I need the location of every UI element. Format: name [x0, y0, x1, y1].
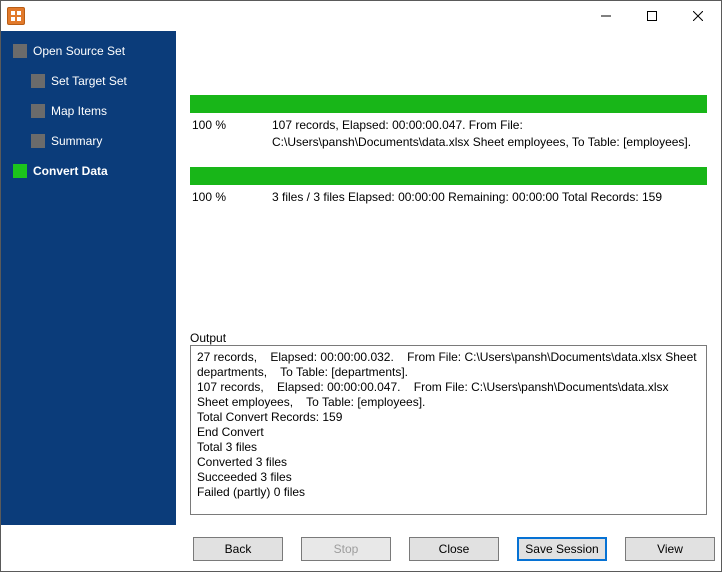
sidebar-item-label: Convert Data: [33, 164, 108, 178]
file-progress-bar: [190, 95, 707, 113]
total-progress-percent: 100 %: [192, 189, 272, 206]
view-button[interactable]: View: [625, 537, 715, 561]
sidebar-item-summary[interactable]: Summary: [7, 131, 176, 151]
step-box-icon: [31, 134, 45, 148]
sidebar-item-convert-data[interactable]: Convert Data: [7, 161, 176, 181]
file-progress-info: 107 records, Elapsed: 00:00:00.047. From…: [272, 117, 705, 151]
main-panel: 100 % 107 records, Elapsed: 00:00:00.047…: [176, 31, 721, 525]
close-dialog-button[interactable]: Close: [409, 537, 499, 561]
total-progress-bar: [190, 167, 707, 185]
sidebar-item-label: Map Items: [51, 104, 107, 118]
step-box-icon: [31, 74, 45, 88]
step-box-icon: [13, 164, 27, 178]
output-textarea[interactable]: 27 records, Elapsed: 00:00:00.032. From …: [190, 345, 707, 515]
button-row: Back Stop Close Save Session View: [1, 525, 721, 571]
step-box-icon: [13, 44, 27, 58]
wizard-sidebar: Open Source Set Set Target Set Map Items…: [1, 31, 176, 525]
titlebar: [1, 1, 721, 31]
sidebar-item-set-target-set[interactable]: Set Target Set: [7, 71, 176, 91]
total-progress-info: 3 files / 3 files Elapsed: 00:00:00 Rema…: [272, 189, 705, 206]
app-icon: [7, 7, 25, 25]
sidebar-item-open-source-set[interactable]: Open Source Set: [7, 41, 176, 61]
window-controls: [583, 1, 721, 31]
minimize-button[interactable]: [583, 1, 629, 31]
file-progress-percent: 100 %: [192, 117, 272, 151]
save-session-button[interactable]: Save Session: [517, 537, 607, 561]
close-button[interactable]: [675, 1, 721, 31]
output-text: 27 records, Elapsed: 00:00:00.032. From …: [197, 350, 700, 499]
output-label: Output: [190, 325, 707, 345]
step-box-icon: [31, 104, 45, 118]
sidebar-item-map-items[interactable]: Map Items: [7, 101, 176, 121]
maximize-button[interactable]: [629, 1, 675, 31]
sidebar-item-label: Summary: [51, 134, 102, 148]
sidebar-item-label: Open Source Set: [33, 44, 125, 58]
sidebar-item-label: Set Target Set: [51, 74, 127, 88]
back-button[interactable]: Back: [193, 537, 283, 561]
stop-button: Stop: [301, 537, 391, 561]
app-window: Open Source Set Set Target Set Map Items…: [0, 0, 722, 572]
